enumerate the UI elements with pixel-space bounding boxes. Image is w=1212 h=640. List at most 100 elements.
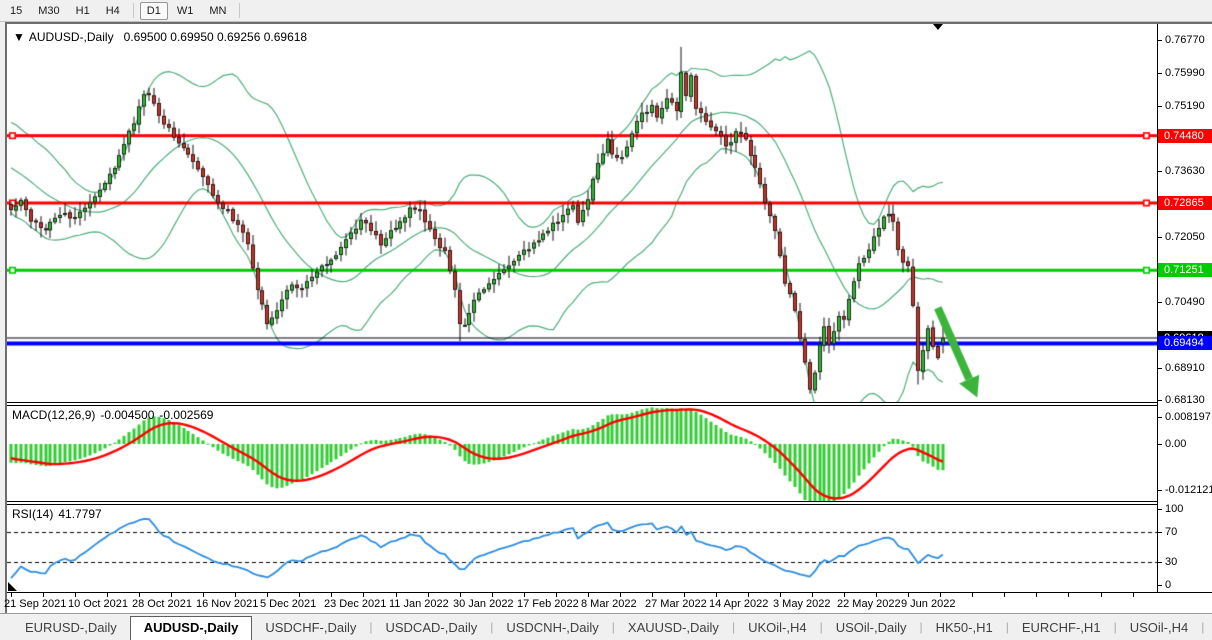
timeframe-w1[interactable]: W1 — [170, 2, 201, 20]
chart-tab-eurusddaily[interactable]: EURUSD-,Daily — [12, 617, 130, 640]
timeframe-h1[interactable]: H1 — [69, 2, 97, 20]
date-tick — [460, 593, 461, 597]
date-tick — [235, 593, 236, 597]
macd-signal-value: -0.002569 — [159, 408, 213, 422]
chart-tab-xauusddaily[interactable]: XAUUSD-,Daily — [615, 617, 732, 640]
price-tick — [1158, 106, 1162, 107]
chart-tab-usdcnhdaily[interactable]: USDCNH-,Daily — [493, 617, 611, 640]
date-tick — [1004, 593, 1005, 597]
scroll-origin-icon — [8, 582, 17, 591]
price-tick-label: 0.76770 — [1165, 34, 1205, 47]
chart-tab-audusddaily[interactable]: AUDUSD-,Daily — [130, 616, 253, 640]
price-tick — [1158, 302, 1162, 303]
timeframe-m30[interactable]: M30 — [31, 2, 66, 20]
date-tick — [684, 593, 685, 597]
date-tick — [203, 593, 204, 597]
price-tick-label: 0.73630 — [1165, 165, 1205, 178]
date-label: 3 May 2022 — [773, 598, 830, 610]
macd-scale-label: 0.008197 — [1165, 411, 1211, 424]
date-label: 22 May 2022 — [837, 598, 901, 610]
macd-scale-label: 0.00 — [1165, 438, 1186, 451]
date-tick — [331, 593, 332, 597]
rsi-scale-label: 30 — [1165, 556, 1177, 569]
date-tick — [748, 593, 749, 597]
date-tick — [652, 593, 653, 597]
rsi-name: RSI(14) — [12, 507, 53, 521]
ohlc-values: 0.69500 0.69950 0.69256 0.69618 — [124, 30, 308, 44]
date-tick — [11, 593, 12, 597]
toolbar-separator — [239, 3, 240, 18]
date-label: 21 Sep 2021 — [4, 598, 66, 610]
date-tick — [556, 593, 557, 597]
date-tick — [107, 593, 108, 597]
chart-tab-ukoilh4[interactable]: UKOil-,H4 — [735, 617, 820, 640]
timeframe-toolbar: 15M30H1H4 D1W1MN — [0, 0, 1212, 22]
date-tick — [1068, 593, 1069, 597]
date-tick — [1133, 593, 1134, 597]
date-axis[interactable]: 21 Sep 202110 Oct 202128 Oct 202116 Nov … — [7, 592, 1212, 613]
timeframe-d1[interactable]: D1 — [140, 2, 168, 20]
chart-tabs-bar: EURUSD-,DailyAUDUSD-,DailyUSDCHF-,Daily|… — [0, 613, 1212, 640]
price-line-label: 0.69494 — [1158, 336, 1212, 350]
rsi-canvas[interactable] — [7, 505, 1157, 592]
main-chart-canvas[interactable] — [7, 24, 1157, 402]
price-tick-label: 0.68910 — [1165, 362, 1205, 375]
toolbar-separator — [133, 3, 134, 18]
rsi-scale-label: 70 — [1165, 526, 1177, 539]
chart-shift-marker-icon — [933, 24, 943, 30]
main-chart-pane: ▼ AUDUSD-,Daily 0.69500 0.69950 0.69256 0.… — [7, 24, 1157, 402]
mt4-app: 15M30H1H4 D1W1MN ▼ AUDUSD-,Daily 0.69500 0.… — [0, 0, 1212, 640]
price-axis[interactable]: 0.767700.759900.751900.736300.720500.704… — [1157, 24, 1212, 592]
rsi-scale-tick — [1158, 532, 1162, 533]
date-tick — [492, 593, 493, 597]
date-tick — [428, 593, 429, 597]
chart-tab-usdchfdaily[interactable]: USDCHF-,Daily — [252, 617, 369, 640]
chart-tab-hk50h1[interactable]: HK50-,H1 — [923, 617, 1006, 640]
date-label: 14 Apr 2022 — [709, 598, 768, 610]
collapse-arrow-icon[interactable]: ▼ — [13, 30, 25, 44]
chart-tab-ukoilh4[interactable]: UKOil-,H4 — [1204, 617, 1212, 640]
timeframe-15[interactable]: 15 — [3, 2, 29, 20]
chart-tab-usoilh4[interactable]: USOil-,H4 — [1117, 617, 1202, 640]
timeframe-h4[interactable]: H4 — [99, 2, 127, 20]
date-tick — [716, 593, 717, 597]
rsi-scale-tick — [1158, 509, 1162, 510]
price-line-label: 0.74480 — [1158, 129, 1212, 143]
rsi-scale-tick — [1158, 585, 1162, 586]
date-tick — [844, 593, 845, 597]
price-tick — [1158, 73, 1162, 74]
chart-tab-usoildaily[interactable]: USOil-,Daily — [823, 617, 920, 640]
chart-tab-eurchfh1[interactable]: EURCHF-,H1 — [1009, 617, 1114, 640]
date-tick — [940, 593, 941, 597]
date-tick — [908, 593, 909, 597]
date-tick — [171, 593, 172, 597]
date-tick — [396, 593, 397, 597]
macd-label: MACD(12,26,9)-0.004500-0.002569 — [12, 408, 218, 422]
date-tick — [620, 593, 621, 597]
date-tick — [299, 593, 300, 597]
price-tick — [1158, 368, 1162, 369]
chart-window: ▼ AUDUSD-,Daily 0.69500 0.69950 0.69256 0.… — [5, 22, 1212, 613]
date-tick — [363, 593, 364, 597]
price-tick-label: 0.75190 — [1165, 100, 1205, 113]
timeframe-mn[interactable]: MN — [202, 2, 233, 20]
price-tick-label: 0.70490 — [1165, 296, 1205, 309]
date-tick — [1036, 593, 1037, 597]
date-tick — [588, 593, 589, 597]
macd-scale-tick — [1158, 417, 1162, 418]
macd-pane: MACD(12,26,9)-0.004500-0.002569 — [7, 406, 1157, 501]
date-label: 30 Jan 2022 — [453, 598, 514, 610]
macd-scale-tick — [1158, 444, 1162, 445]
date-label: 11 Jan 2022 — [389, 598, 449, 610]
price-tick-label: 0.72050 — [1165, 231, 1205, 244]
chart-tab-usdcaddaily[interactable]: USDCAD-,Daily — [372, 617, 490, 640]
price-tick — [1158, 237, 1162, 238]
rsi-scale-label: 100 — [1165, 503, 1183, 516]
chart-title: ▼ AUDUSD-,Daily 0.69500 0.69950 0.69256 0.… — [13, 30, 307, 44]
date-tick — [972, 593, 973, 597]
symbol-period-label: AUDUSD-,Daily — [29, 30, 114, 44]
date-tick — [812, 593, 813, 597]
macd-scale-label: -0.012121 — [1165, 484, 1212, 497]
date-label: 17 Feb 2022 — [517, 598, 579, 610]
date-tick — [780, 593, 781, 597]
